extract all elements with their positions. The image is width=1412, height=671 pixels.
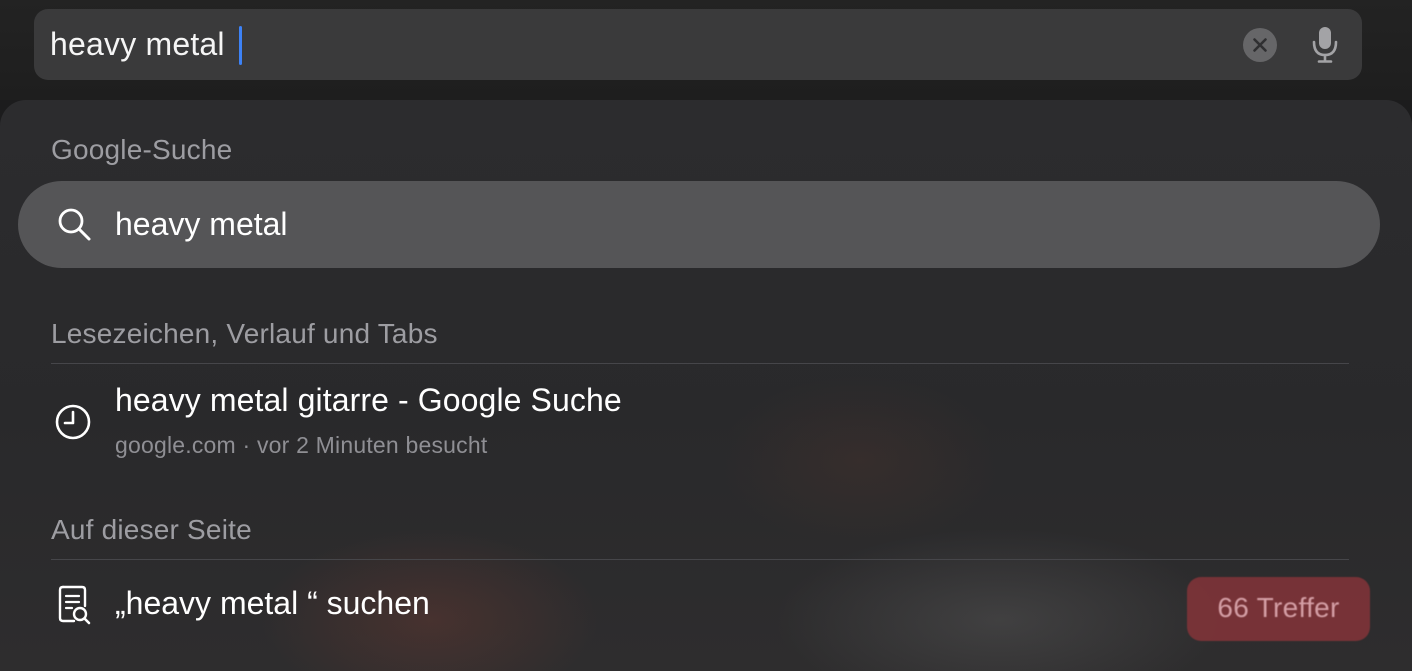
suggestions-panel: Google-Suche heavy metal Lesezeichen, Ve… [0, 100, 1412, 671]
microphone-icon [1312, 27, 1338, 63]
history-item-subtitle: google.com · vor 2 Minuten besucht [115, 432, 488, 458]
find-on-page-label: „heavy metal “ suchen [115, 585, 430, 621]
text-cursor [239, 26, 242, 65]
clock-icon [55, 404, 91, 440]
search-field[interactable]: heavy metal [34, 9, 1362, 80]
match-count: 66 Treffer [1217, 592, 1340, 623]
address-bar-area: heavy metal [0, 0, 1412, 100]
google-search-suggestion[interactable]: heavy metal [18, 181, 1380, 268]
divider [51, 559, 1349, 560]
suggestion-label: heavy metal [115, 206, 288, 242]
section-header-google: Google-Suche [51, 134, 233, 165]
match-count-badge: 66 Treffer [1187, 577, 1370, 641]
divider [51, 363, 1349, 364]
search-input[interactable]: heavy metal [50, 9, 225, 80]
section-header-on-page: Auf dieser Seite [51, 514, 252, 545]
dictation-button[interactable] [1310, 26, 1340, 64]
find-in-page-icon [58, 585, 91, 625]
section-header-history: Lesezeichen, Verlauf und Tabs [51, 318, 438, 349]
close-icon [1253, 38, 1267, 52]
history-item-title: heavy metal gitarre - Google Suche [115, 382, 622, 418]
clear-button[interactable] [1243, 28, 1277, 62]
search-icon [58, 208, 91, 241]
